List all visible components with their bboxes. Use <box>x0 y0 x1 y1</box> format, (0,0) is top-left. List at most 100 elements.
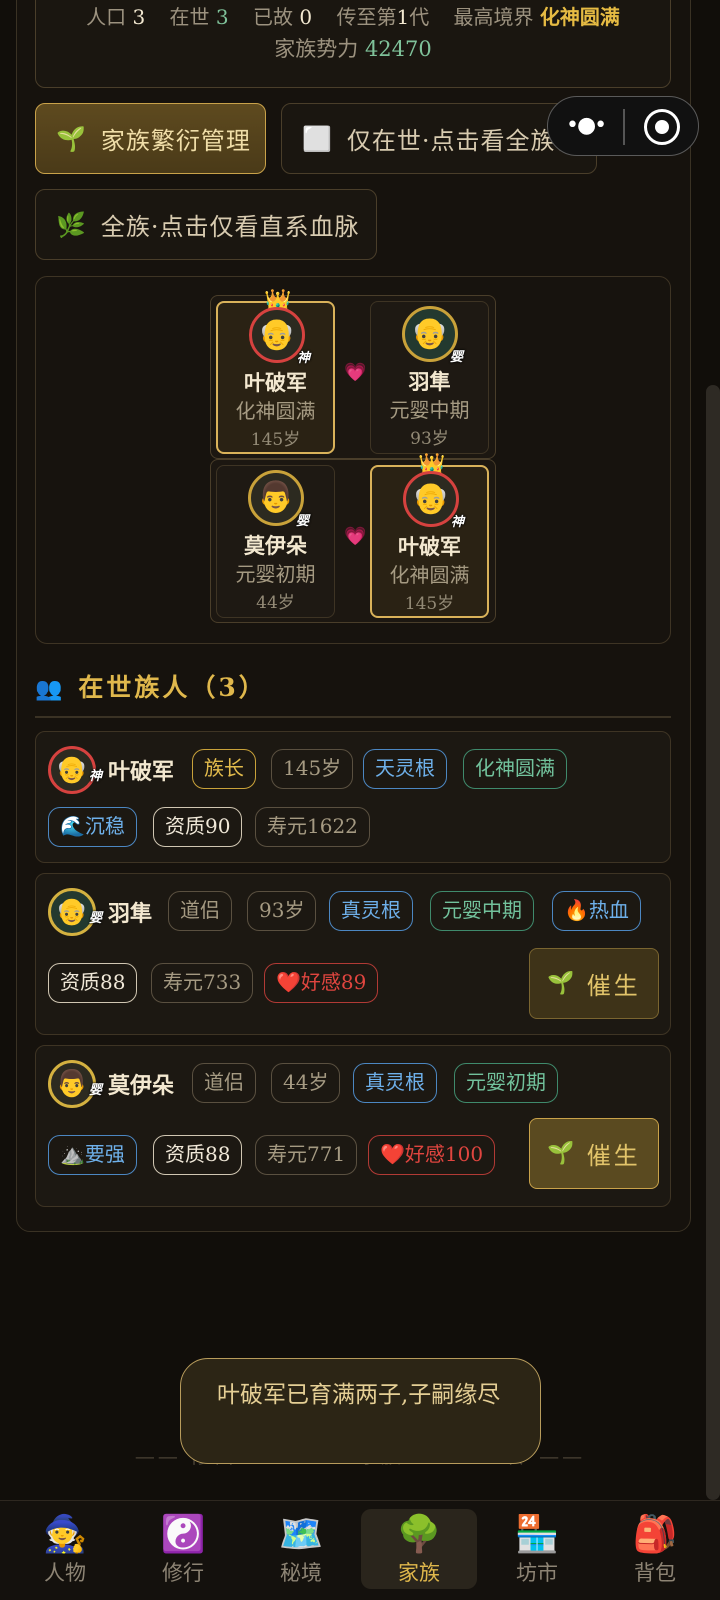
mage-icon: 🧙 <box>42 1514 88 1555</box>
generation-value: 1 <box>396 5 410 29</box>
avatar: 👴 神 <box>403 471 464 530</box>
member-age: 145岁 <box>404 594 455 614</box>
member-age: 44岁 <box>256 593 295 613</box>
lifespan-tag: 寿元733 <box>151 963 254 1003</box>
nav-label: 人物 <box>44 1561 86 1585</box>
avatar: 👴 婴 <box>48 888 102 936</box>
herb-icon: 🌿 <box>56 210 87 239</box>
heart-icon: 💗 <box>344 362 367 383</box>
top-realm-value: 化神圆满 <box>539 5 620 29</box>
member-age: 93岁 <box>410 429 449 449</box>
trait-tag: 🌊沉稳 <box>48 807 137 847</box>
nav-item-backpack[interactable]: 🎒 背包 <box>597 1509 713 1589</box>
realm-tag: 化神圆满 <box>463 749 567 789</box>
role-tag: 道侣 <box>168 891 232 931</box>
backpack-icon: 🎒 <box>632 1514 678 1555</box>
population-label: 人口 <box>86 5 127 29</box>
tree-member-card[interactable]: 👑 👴 神 叶破军 化神圆满 145岁 <box>216 289 335 454</box>
urge-birth-button[interactable]: 🌱 催生 <box>529 1118 659 1189</box>
avatar: 👴 神 <box>48 746 102 794</box>
nav-item-secret-realm[interactable]: 🗺️ 秘境 <box>243 1509 359 1589</box>
family-breeding-button[interactable]: 🌱 家族繁衍管理 <box>35 103 266 174</box>
tree-member-card[interactable]: 👴 婴 羽隼 元婴中期 93岁 <box>370 301 489 454</box>
power-label: 家族势力 <box>274 37 359 61</box>
affection-tag: ❤️好感100 <box>368 1135 496 1175</box>
avatar: 👴 婴 <box>402 306 463 365</box>
bottom-nav: 🧙 人物 ☯️ 修行 🗺️ 秘境 🌳 家族 🏪 坊市 🎒 背包 <box>0 1500 720 1600</box>
people-icon: 👥 <box>35 676 63 702</box>
member-realm: 元婴初期 <box>235 562 316 586</box>
elder-face-icon: 👴 <box>258 317 296 352</box>
realm-tag: 元婴中期 <box>430 891 534 931</box>
lifespan-tag: 寿元1622 <box>255 807 370 847</box>
checkbox-icon: ⬜ <box>302 124 333 153</box>
aptitude-tag: 资质88 <box>153 1135 243 1175</box>
nav-item-market[interactable]: 🏪 坊市 <box>479 1509 595 1589</box>
divider <box>35 716 671 718</box>
urge-birth-label: 催生 <box>586 972 641 1000</box>
scrollbar[interactable] <box>706 385 720 1500</box>
nav-item-character[interactable]: 🧙 人物 <box>7 1509 123 1589</box>
spirit-root-tag: 真灵根 <box>353 1063 437 1103</box>
target-icon[interactable] <box>644 109 680 145</box>
member-age: 145岁 <box>250 430 301 450</box>
generation-suffix: 代 <box>409 5 430 29</box>
whole-clan-label: 全族·点击仅看直系血脉 <box>100 213 360 241</box>
tree-member-card[interactable]: 👨 婴 莫伊朵 元婴初期 44岁 <box>216 465 335 618</box>
tree-member-card[interactable]: 👑 👴 神 叶破军 化神圆满 145岁 <box>370 453 489 618</box>
member-realm: 元婴中期 <box>389 398 470 422</box>
elder-face-icon: 👴 <box>55 755 89 785</box>
living-members-heading: 👥 在世族人（3） <box>35 668 267 704</box>
sprout-icon: 🌱 <box>56 124 87 153</box>
avatar: 👨 婴 <box>48 1060 102 1108</box>
alive-label: 在世 <box>169 5 210 29</box>
aptitude-tag: 资质88 <box>48 963 138 1003</box>
couple-pair: 👑 👴 神 叶破军 化神圆满 145岁 💗 👴 婴 羽隼 元婴中期 93岁 <box>210 289 496 459</box>
member-card[interactable]: 👴 婴 羽隼 道侣 93岁 真灵根 元婴中期 🔥热血 资质88 寿元733 ❤️… <box>35 873 671 1035</box>
spirit-root-tag: 天灵根 <box>363 749 447 789</box>
aptitude-tag: 资质90 <box>153 807 243 847</box>
capsule-divider <box>623 109 625 145</box>
member-name: 羽隼 <box>108 901 153 927</box>
whole-clan-toggle[interactable]: 🌿 全族·点击仅看直系血脉 <box>35 189 377 260</box>
living-members-title: 在世族人（3） <box>78 673 267 702</box>
trait-tag: ⛰️要强 <box>48 1135 137 1175</box>
dead-value: 0 <box>299 5 313 29</box>
realm-badge: 婴 <box>449 350 463 365</box>
nav-label: 秘境 <box>280 1561 322 1585</box>
realm-badge: 婴 <box>88 1083 102 1098</box>
member-name: 叶破军 <box>398 534 461 559</box>
realm-badge: 婴 <box>295 514 309 529</box>
man-face-icon: 👨 <box>257 480 295 515</box>
tree-icon: 🌳 <box>396 1514 442 1555</box>
role-tag: 族长 <box>192 749 256 789</box>
urge-birth-button[interactable]: 🌱 催生 <box>529 948 659 1019</box>
yin-yang-icon: ☯️ <box>160 1514 206 1555</box>
elder-face-icon: 👴 <box>411 316 449 351</box>
realm-badge: 神 <box>88 769 102 784</box>
elder-face-icon: 👴 <box>55 897 89 927</box>
member-card[interactable]: 👨 婴 莫伊朵 道侣 44岁 真灵根 元婴初期 ⛰️要强 资质88 寿元771 … <box>35 1045 671 1207</box>
sprout-icon: 🌱 <box>547 1141 575 1166</box>
lifespan-tag: 寿元771 <box>255 1135 358 1175</box>
clan-stats: 人口 3 在世 3 已故 0 传至第1代 最高境界 化神圆满 家族势力 4247… <box>35 0 671 88</box>
member-card[interactable]: 👴 神 叶破军 族长 145岁 天灵根 化神圆满 🌊沉稳 资质90 寿元1622 <box>35 731 671 863</box>
age-tag: 44岁 <box>271 1063 341 1103</box>
nav-item-cultivation[interactable]: ☯️ 修行 <box>125 1509 241 1589</box>
avatar: 👨 婴 <box>248 470 309 529</box>
more-dots-icon[interactable]: •●• <box>566 113 607 138</box>
member-name: 叶破军 <box>108 759 175 785</box>
realm-badge: 婴 <box>88 911 102 926</box>
heart-icon: 💗 <box>344 526 367 547</box>
age-tag: 93岁 <box>247 891 317 931</box>
power-value: 42470 <box>364 37 432 61</box>
affection-tag: ❤️好感89 <box>264 963 379 1003</box>
dead-label: 已故 <box>253 5 293 29</box>
shop-icon: 🏪 <box>514 1514 560 1555</box>
spirit-root-tag: 真灵根 <box>329 891 413 931</box>
member-name: 莫伊朵 <box>244 533 307 558</box>
nav-item-family[interactable]: 🌳 家族 <box>361 1509 477 1589</box>
nav-label: 背包 <box>634 1561 676 1585</box>
age-tag: 145岁 <box>271 749 354 789</box>
toast-message: 叶破军已育满两子,子嗣缘尽 <box>180 1358 541 1464</box>
